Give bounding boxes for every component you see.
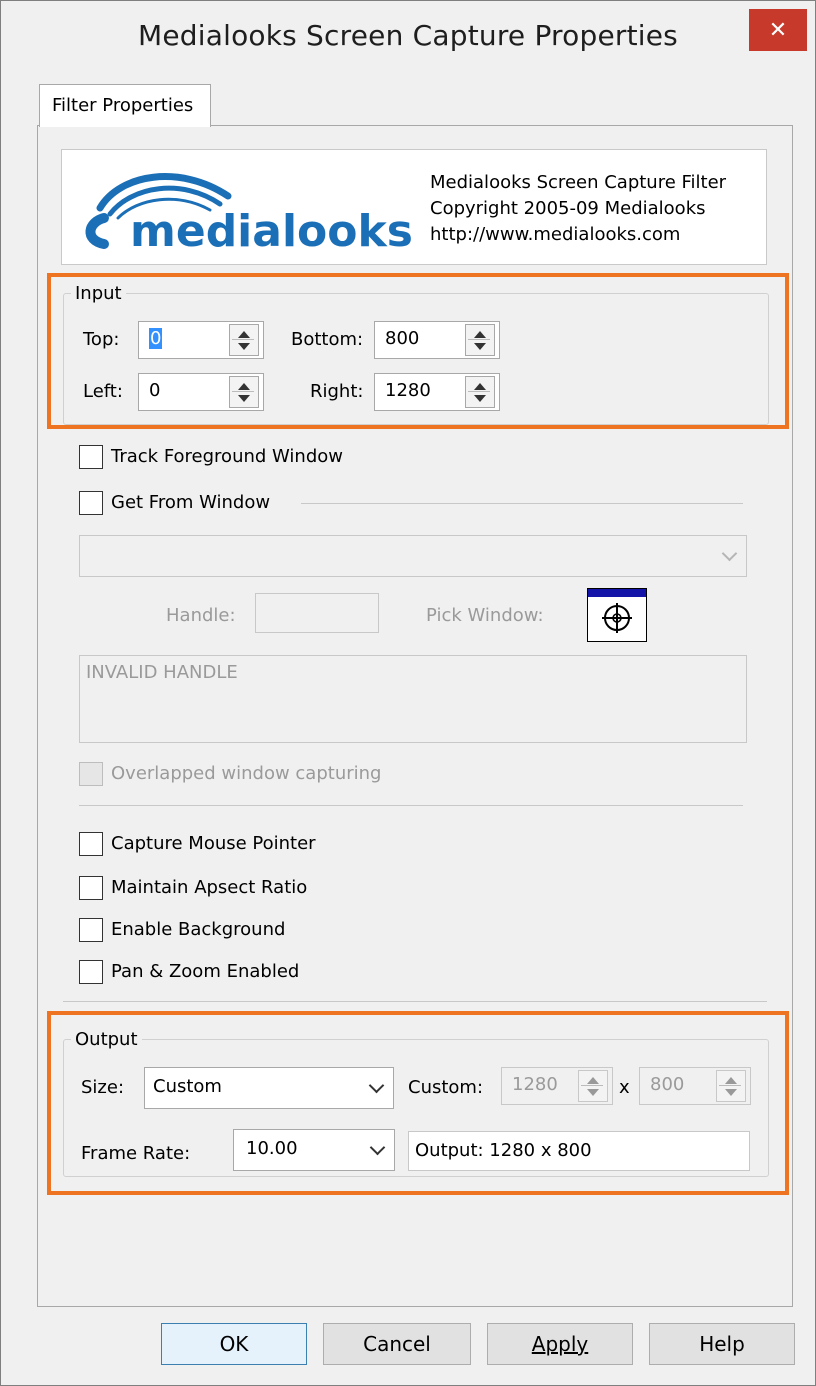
- overlapped-label: Overlapped window capturing: [111, 763, 382, 784]
- handle-status-box: INVALID HANDLE: [79, 655, 747, 743]
- get-from-window-checkbox[interactable]: [79, 491, 103, 515]
- crosshair-icon: [602, 603, 632, 633]
- handle-field[interactable]: [255, 593, 379, 633]
- track-foreground-checkbox[interactable]: [79, 445, 103, 469]
- get-from-window-divider: [301, 503, 743, 504]
- pick-window-button[interactable]: [587, 588, 647, 642]
- window-select[interactable]: [79, 535, 747, 577]
- options-divider: [79, 805, 743, 806]
- overlapped-checkbox[interactable]: [79, 762, 103, 786]
- get-from-window-label: Get From Window: [111, 492, 271, 513]
- close-button[interactable]: ✕: [749, 9, 807, 51]
- website-text: http://www.medialooks.com: [430, 224, 681, 245]
- enable-background-label: Enable Background: [111, 919, 286, 940]
- about-panel: medialooks Medialooks Screen Capture Fil…: [61, 149, 767, 265]
- pan-zoom-checkbox[interactable]: [79, 960, 103, 984]
- handle-label: Handle:: [166, 605, 236, 626]
- maintain-aspect-checkbox[interactable]: [79, 876, 103, 900]
- capture-mouse-label: Capture Mouse Pointer: [111, 833, 316, 854]
- close-icon: ✕: [768, 17, 788, 43]
- enable-background-checkbox[interactable]: [79, 918, 103, 942]
- help-button[interactable]: Help: [649, 1323, 795, 1365]
- track-foreground-label: Track Foreground Window: [111, 446, 344, 467]
- tab-label: Filter Properties: [52, 95, 194, 116]
- chevron-down-icon: [721, 545, 738, 562]
- copyright-text: Copyright 2005-09 Medialooks: [430, 198, 706, 219]
- capture-mouse-checkbox[interactable]: [79, 832, 103, 856]
- logo-wordmark: medialooks: [130, 206, 413, 257]
- handle-status-text: INVALID HANDLE: [86, 662, 238, 683]
- options-group-bottom: [63, 1001, 767, 1002]
- input-highlight-frame: [47, 273, 789, 429]
- maintain-aspect-label: Maintain Apsect Ratio: [111, 877, 308, 898]
- title-bar: Medialooks Screen Capture Properties ✕: [1, 1, 815, 77]
- window-title: Medialooks Screen Capture Properties: [138, 19, 678, 52]
- filter-name-text: Medialooks Screen Capture Filter: [430, 172, 727, 193]
- ok-button[interactable]: OK: [161, 1323, 307, 1365]
- cancel-button[interactable]: Cancel: [323, 1323, 471, 1365]
- pan-zoom-label: Pan & Zoom Enabled: [111, 961, 300, 982]
- tab-filter-properties[interactable]: Filter Properties: [39, 84, 211, 127]
- cancel-label: Cancel: [363, 1332, 431, 1356]
- output-highlight-frame: [47, 1011, 789, 1195]
- pick-window-label: Pick Window:: [426, 605, 544, 626]
- apply-label: Apply: [531, 1332, 589, 1356]
- medialooks-logo: medialooks: [85, 173, 413, 257]
- pick-window-titlebar: [588, 589, 646, 597]
- help-label: Help: [699, 1332, 745, 1356]
- apply-button[interactable]: Apply: [487, 1323, 633, 1365]
- properties-window: Medialooks Screen Capture Properties ✕ F…: [0, 0, 816, 1386]
- ok-label: OK: [219, 1332, 249, 1356]
